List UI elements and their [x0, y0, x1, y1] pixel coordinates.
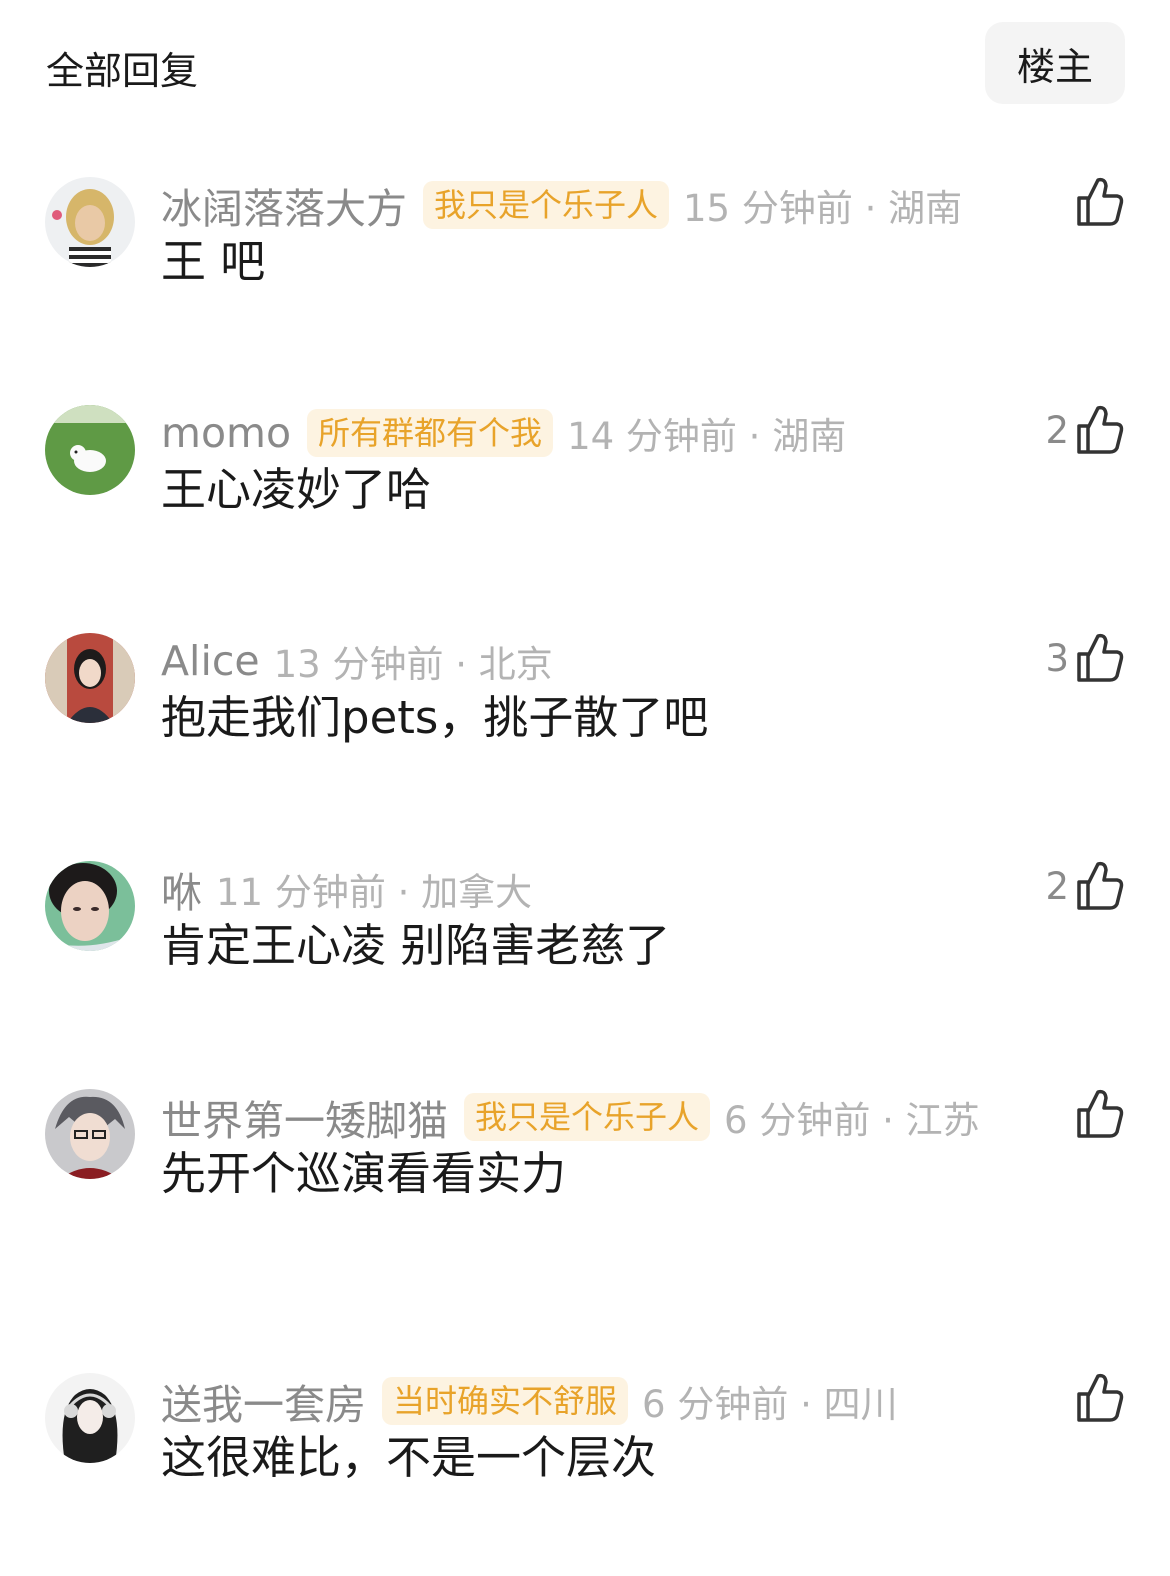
- all-replies-title: 全部回复: [46, 49, 199, 93]
- comment-item: momo 所有群都有个我 14 分钟前 · 湖南 王心凌妙了哈 2: [0, 405, 1170, 608]
- comment-text: 王心凌妙了哈: [161, 463, 432, 516]
- headphone-girl-avatar[interactable]: [45, 1373, 135, 1463]
- like-button[interactable]: 3: [1045, 628, 1125, 688]
- op-only-filter-button[interactable]: 楼主: [985, 22, 1125, 104]
- time-location: 13 分钟前 · 北京: [273, 643, 553, 686]
- comment-text: 这很难比，不是一个层次: [161, 1431, 657, 1484]
- user-badge: 所有群都有个我: [307, 409, 554, 457]
- comment-meta: 送我一套房 当时确实不舒服 6 分钟前 · 四川: [161, 1376, 898, 1429]
- like-button[interactable]: [1069, 1084, 1125, 1144]
- comment-text: 王 吧: [161, 235, 266, 288]
- comment-item: 冰阔落落大方 我只是个乐子人 15 分钟前 · 湖南 王 吧: [0, 177, 1170, 380]
- comment-text: 肯定王心凌 别陷害老慈了: [161, 919, 671, 972]
- dog-on-grass-avatar[interactable]: [45, 405, 135, 495]
- girl-portrait-avatar[interactable]: [45, 633, 135, 723]
- username[interactable]: 世界第一矮脚猫: [161, 1087, 448, 1147]
- blonde-character-avatar[interactable]: [45, 177, 135, 267]
- thumbs-up-icon: [1077, 177, 1124, 226]
- time-location: 6 分钟前 · 江苏: [724, 1099, 980, 1142]
- username[interactable]: 送我一套房: [161, 1371, 366, 1431]
- comment-item: 咻 11 分钟前 · 加拿大 肯定王心凌 别陷害老慈了 2: [0, 861, 1170, 1064]
- time-location: 6 分钟前 · 四川: [642, 1383, 898, 1426]
- comment-item: 送我一套房 当时确实不舒服 6 分钟前 · 四川 这很难比，不是一个层次: [0, 1373, 1170, 1576]
- comment-meta: 世界第一矮脚猫 我只是个乐子人 6 分钟前 · 江苏: [161, 1092, 980, 1145]
- like-count: 3: [1045, 636, 1069, 680]
- thumbs-up-icon: [1077, 1373, 1124, 1422]
- thumbs-up-icon: [1077, 861, 1124, 910]
- like-button[interactable]: [1069, 172, 1125, 232]
- face-closeup-avatar[interactable]: [45, 861, 135, 951]
- comment-meta: momo 所有群都有个我 14 分钟前 · 湖南: [161, 408, 846, 458]
- like-button[interactable]: 2: [1045, 856, 1125, 916]
- time-location: 11 分钟前 · 加拿大: [216, 871, 533, 914]
- anime-glasses-avatar[interactable]: [45, 1089, 135, 1179]
- user-badge: 我只是个乐子人: [423, 181, 670, 229]
- like-button[interactable]: 2: [1045, 400, 1125, 460]
- comment-item: 世界第一矮脚猫 我只是个乐子人 6 分钟前 · 江苏 先开个巡演看看实力: [0, 1089, 1170, 1292]
- like-count: 2: [1045, 864, 1069, 908]
- user-badge: 当时确实不舒服: [382, 1377, 629, 1425]
- thumbs-up-icon: [1077, 1089, 1124, 1138]
- thumbs-up-icon: [1077, 633, 1124, 682]
- comment-text: 抱走我们pets，挑子散了吧: [161, 691, 709, 744]
- thumbs-up-icon: [1077, 405, 1124, 454]
- comments-header: 全部回复 楼主: [0, 0, 1170, 130]
- username[interactable]: 冰阔落落大方: [161, 175, 407, 235]
- comment-item: Alice 13 分钟前 · 北京 抱走我们pets，挑子散了吧 3: [0, 633, 1170, 836]
- comment-meta: 冰阔落落大方 我只是个乐子人 15 分钟前 · 湖南: [161, 180, 963, 233]
- time-location: 15 分钟前 · 湖南: [683, 187, 963, 230]
- user-badge: 我只是个乐子人: [464, 1093, 711, 1141]
- comment-meta: 咻 11 分钟前 · 加拿大: [161, 864, 533, 917]
- like-button[interactable]: [1069, 1368, 1125, 1428]
- username[interactable]: momo: [161, 409, 291, 457]
- comment-meta: Alice 13 分钟前 · 北京: [161, 636, 553, 686]
- username[interactable]: Alice: [161, 637, 260, 685]
- time-location: 14 分钟前 · 湖南: [567, 415, 847, 458]
- comment-text: 先开个巡演看看实力: [161, 1147, 567, 1200]
- like-count: 2: [1045, 408, 1069, 452]
- username[interactable]: 咻: [161, 859, 202, 919]
